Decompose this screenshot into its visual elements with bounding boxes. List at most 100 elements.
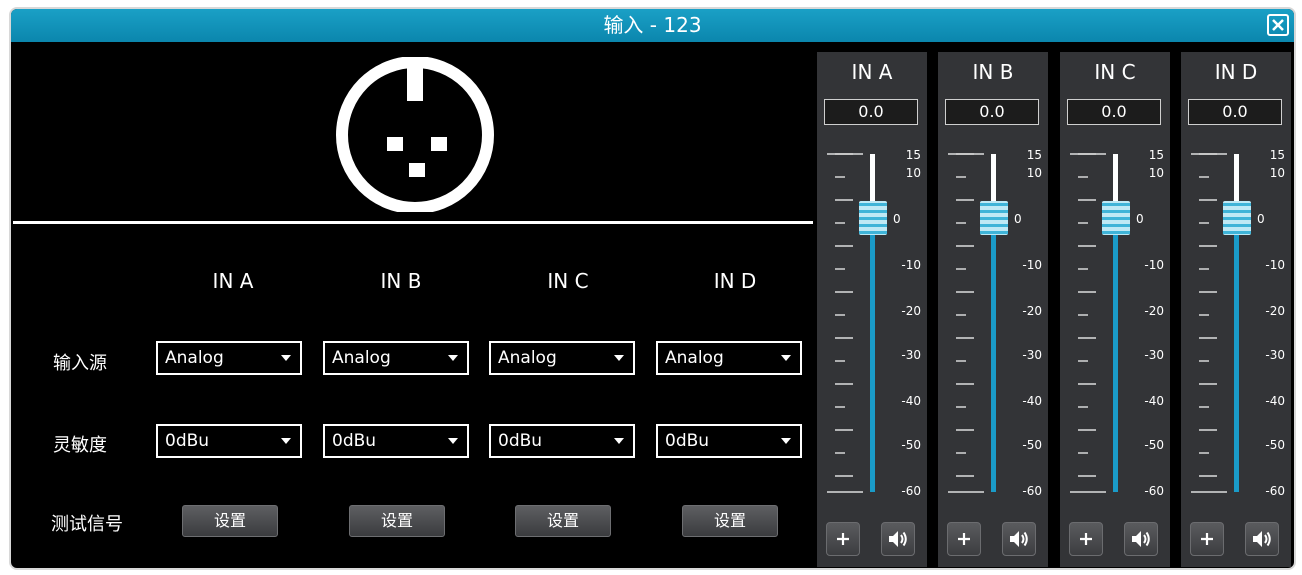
section-divider: [13, 221, 813, 224]
sensitivity-value: 0dBu: [332, 431, 377, 451]
scale-label: -40: [1022, 394, 1042, 408]
close-button[interactable]: [1267, 14, 1289, 36]
fader-knob[interactable]: [1102, 201, 1130, 235]
scale-label: -60: [1022, 484, 1042, 498]
scale-label: -30: [901, 348, 921, 362]
scale-label: -20: [1265, 304, 1285, 318]
plus-button[interactable]: [1069, 522, 1103, 556]
plus-button[interactable]: [947, 522, 981, 556]
plus-button[interactable]: [1190, 522, 1224, 556]
source-row-label: 输入源: [53, 353, 107, 374]
speaker-icon: [1253, 531, 1271, 547]
scale-label: -30: [1022, 348, 1042, 362]
test-signal-set-button-in-d[interactable]: 设置: [682, 505, 778, 537]
titlebar: 输入 - 123: [11, 9, 1294, 42]
scale-label: 15: [1270, 148, 1285, 162]
scale-label: -40: [901, 394, 921, 408]
scale-label: -40: [1144, 394, 1164, 408]
source-select-in-a[interactable]: Analog: [156, 341, 302, 375]
scale-label: -20: [1022, 304, 1042, 318]
scale-label: -30: [1265, 348, 1285, 362]
fader[interactable]: 15 10 0 -10 -20 -30 -40 -50 -60: [817, 52, 927, 512]
scale-label: 10: [1027, 166, 1042, 180]
scale-label: -20: [901, 304, 921, 318]
sensitivity-value: 0dBu: [665, 431, 710, 451]
scale-label: 0: [893, 212, 901, 226]
scale-label: -10: [1265, 258, 1285, 272]
channel-strip-c: IN C 0.0 15 10 0 -10 -20 -30 -40 -50 -60: [1060, 52, 1170, 567]
scale-label: -10: [1022, 258, 1042, 272]
scale-label: 0: [1014, 212, 1022, 226]
scale-label: -10: [901, 258, 921, 272]
fader-track-level: [1113, 218, 1118, 492]
fader-knob[interactable]: [1223, 201, 1251, 235]
test-signal-set-button-in-c[interactable]: 设置: [515, 505, 611, 537]
scale-label: -50: [1022, 438, 1042, 452]
dropdown-arrow-icon: [281, 355, 291, 361]
scale-label: 15: [1027, 148, 1042, 162]
scale-label: -40: [1265, 394, 1285, 408]
fader[interactable]: 15 10 0 -10 -20 -30 -40 -50 -60: [938, 52, 1048, 512]
source-value: Analog: [165, 348, 224, 368]
dropdown-arrow-icon: [781, 355, 791, 361]
column-header-in-c: IN C: [547, 269, 589, 293]
column-header-in-b: IN B: [380, 269, 422, 293]
column-header-in-a: IN A: [212, 269, 254, 293]
dropdown-arrow-icon: [281, 438, 291, 444]
fader-track-level: [1234, 218, 1239, 492]
column-header-in-d: IN D: [713, 269, 757, 293]
channel-strip-b: IN B 0.0 15 10 0 -10 -20 -30 -40 -50 -60: [938, 52, 1048, 567]
test-signal-set-button-in-b[interactable]: 设置: [349, 505, 445, 537]
fader[interactable]: 15 10 0 -10 -20 -30 -40 -50 -60: [1060, 52, 1170, 512]
xlr-connector-icon: [336, 57, 494, 212]
source-select-in-b[interactable]: Analog: [323, 341, 469, 375]
plus-icon: [837, 533, 849, 545]
mute-button[interactable]: [1002, 522, 1036, 556]
scale-label: -60: [1144, 484, 1164, 498]
scale-label: 10: [906, 166, 921, 180]
scale-label: 0: [1136, 212, 1144, 226]
fader[interactable]: 15 10 0 -10 -20 -30 -40 -50 -60: [1181, 52, 1291, 512]
source-select-in-d[interactable]: Analog: [656, 341, 802, 375]
channel-strip-d: IN D 0.0 15 10 0 -10 -20 -30 -40 -50 -60: [1181, 52, 1291, 567]
source-select-in-c[interactable]: Analog: [489, 341, 635, 375]
dropdown-arrow-icon: [614, 355, 624, 361]
scale-label: 10: [1149, 166, 1164, 180]
sensitivity-row-label: 灵敏度: [53, 435, 107, 456]
fader-track-level: [870, 218, 875, 492]
fader-knob[interactable]: [980, 201, 1008, 235]
window-title: 输入 - 123: [603, 13, 702, 37]
dropdown-arrow-icon: [781, 438, 791, 444]
sensitivity-select-in-d[interactable]: 0dBu: [656, 424, 802, 458]
scale-label: 0: [1257, 212, 1265, 226]
mute-button[interactable]: [1124, 522, 1158, 556]
mute-button[interactable]: [1245, 522, 1279, 556]
plus-icon: [958, 533, 970, 545]
scale-label: -60: [1265, 484, 1285, 498]
source-value: Analog: [665, 348, 724, 368]
scale-label: 15: [906, 148, 921, 162]
plus-icon: [1201, 533, 1213, 545]
speaker-icon: [1132, 531, 1150, 547]
source-value: Analog: [498, 348, 557, 368]
test-signal-set-button-in-a[interactable]: 设置: [182, 505, 278, 537]
fader-track-level: [991, 218, 996, 492]
plus-button[interactable]: [826, 522, 860, 556]
dropdown-arrow-icon: [448, 355, 458, 361]
plus-icon: [1080, 533, 1092, 545]
speaker-icon: [1010, 531, 1028, 547]
dropdown-arrow-icon: [614, 438, 624, 444]
speaker-icon: [889, 531, 907, 547]
scale-label: 15: [1149, 148, 1164, 162]
sensitivity-select-in-b[interactable]: 0dBu: [323, 424, 469, 458]
dropdown-arrow-icon: [448, 438, 458, 444]
scale-label: -50: [1144, 438, 1164, 452]
sensitivity-select-in-c[interactable]: 0dBu: [489, 424, 635, 458]
scale-label: -50: [1265, 438, 1285, 452]
scale-label: -50: [901, 438, 921, 452]
scale-label: 10: [1270, 166, 1285, 180]
fader-knob[interactable]: [859, 201, 887, 235]
sensitivity-select-in-a[interactable]: 0dBu: [156, 424, 302, 458]
sensitivity-value: 0dBu: [498, 431, 543, 451]
mute-button[interactable]: [881, 522, 915, 556]
